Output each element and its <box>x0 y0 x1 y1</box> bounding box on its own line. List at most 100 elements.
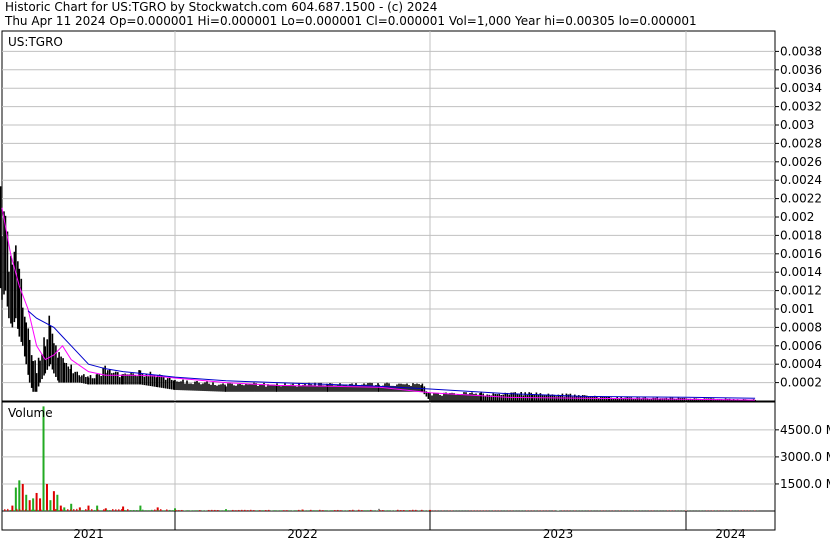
volume-bar <box>31 510 33 511</box>
price-tick-label: 0.0034 <box>780 81 822 95</box>
volume-bar <box>10 510 12 511</box>
volume-bar <box>316 510 318 511</box>
volume-bar <box>7 509 9 511</box>
volume-bar <box>76 509 78 511</box>
price-tick-label: 0.0038 <box>780 44 822 58</box>
volume-tick-label: 4500.0 M <box>780 423 830 437</box>
volume-bar <box>178 510 180 511</box>
volume-bar <box>157 510 159 511</box>
volume-bar <box>193 510 195 511</box>
volume-bar <box>39 498 41 511</box>
volume-bar <box>40 509 42 511</box>
volume-bar <box>244 510 246 511</box>
volume-bar <box>121 509 123 511</box>
price-tick-label: 0.0002 <box>780 376 822 390</box>
volume-bar <box>25 495 27 511</box>
volume-bar <box>409 510 411 511</box>
volume-bar <box>22 484 24 511</box>
volume-bar <box>85 509 87 511</box>
volume-bar <box>250 510 252 511</box>
volume-bar <box>268 510 270 511</box>
volume-bar <box>136 510 138 511</box>
volume-bar <box>34 510 36 511</box>
volume-bar <box>22 510 24 511</box>
price-tick-label: 0.0024 <box>780 173 822 187</box>
volume-bar <box>295 510 297 511</box>
volume-bar <box>367 510 369 511</box>
volume-bar <box>289 510 291 511</box>
volume-bar <box>217 510 219 511</box>
volume-bar <box>208 510 210 511</box>
volume-bar <box>241 510 243 511</box>
volume-bar <box>319 510 321 511</box>
volume-bar <box>334 510 336 511</box>
volume-bar <box>301 510 303 511</box>
volume-bar <box>373 510 375 511</box>
volume-bar <box>328 510 330 511</box>
volume-bar <box>151 510 153 511</box>
volume-bar <box>313 510 315 511</box>
volume-bar <box>175 510 177 511</box>
volume-tick-label: 3000.0 M <box>780 450 830 464</box>
volume-bar <box>172 510 174 511</box>
volume-bar <box>406 510 408 511</box>
volume-bar <box>53 491 55 511</box>
volume-bar <box>337 510 339 511</box>
volume-bar <box>36 493 38 511</box>
volume-bar <box>331 510 333 511</box>
volume-bar <box>19 509 21 511</box>
volume-bar <box>397 510 399 511</box>
volume-bar <box>424 510 426 511</box>
volume-bar <box>247 510 249 511</box>
volume-bar <box>403 510 405 511</box>
volume-bar <box>358 510 360 511</box>
volume-bar <box>256 510 258 511</box>
volume-bar <box>400 510 402 511</box>
price-tick-label: 0.0014 <box>780 265 822 279</box>
volume-bar <box>340 510 342 511</box>
volume-bar <box>55 509 57 511</box>
volume-bar <box>13 510 15 511</box>
volume-bar <box>370 510 372 511</box>
volume-bar <box>412 510 414 511</box>
volume-bar <box>382 510 384 511</box>
date-axis <box>2 511 775 530</box>
volume-bar <box>280 510 282 511</box>
volume-bar <box>379 510 381 511</box>
volume-bar <box>11 506 13 511</box>
volume-bar <box>154 510 156 511</box>
volume-bar <box>29 500 31 511</box>
volume-bar <box>388 510 390 511</box>
volume-bar <box>364 510 366 511</box>
volume-bar <box>142 510 144 511</box>
volume-bar <box>346 510 348 511</box>
volume-bar <box>127 509 129 511</box>
volume-bar <box>184 510 186 511</box>
price-tick-label: 0.003 <box>780 118 814 132</box>
volume-bar <box>43 510 45 511</box>
volume-bar <box>259 510 261 511</box>
volume-bar <box>46 510 48 511</box>
volume-bar <box>322 510 324 511</box>
volume-tick-label: 1500.0 M <box>780 477 830 491</box>
volume-bar <box>56 495 58 511</box>
price-tick-label: 0.0016 <box>780 247 822 261</box>
chart-area: 0.00380.00360.00340.00320.0030.00280.002… <box>0 0 830 543</box>
volume-bar <box>25 509 27 511</box>
price-tick-label: 0.0028 <box>780 136 822 150</box>
volume-bar <box>139 510 141 511</box>
volume-bar <box>352 510 354 511</box>
volume-bar <box>232 510 234 511</box>
volume-bar <box>100 510 102 511</box>
price-tick-label: 0.0026 <box>780 155 822 169</box>
volume-bar <box>196 510 198 511</box>
price-tick-label: 0.0022 <box>780 192 822 206</box>
volume-bar <box>32 498 34 511</box>
volume-bar <box>109 510 111 511</box>
volume-bar <box>37 510 39 511</box>
volume-bar <box>49 510 51 511</box>
year-label: 2022 <box>287 527 318 541</box>
volume-bar <box>16 509 18 511</box>
volume-bar <box>148 510 150 511</box>
volume-bar <box>28 510 30 511</box>
